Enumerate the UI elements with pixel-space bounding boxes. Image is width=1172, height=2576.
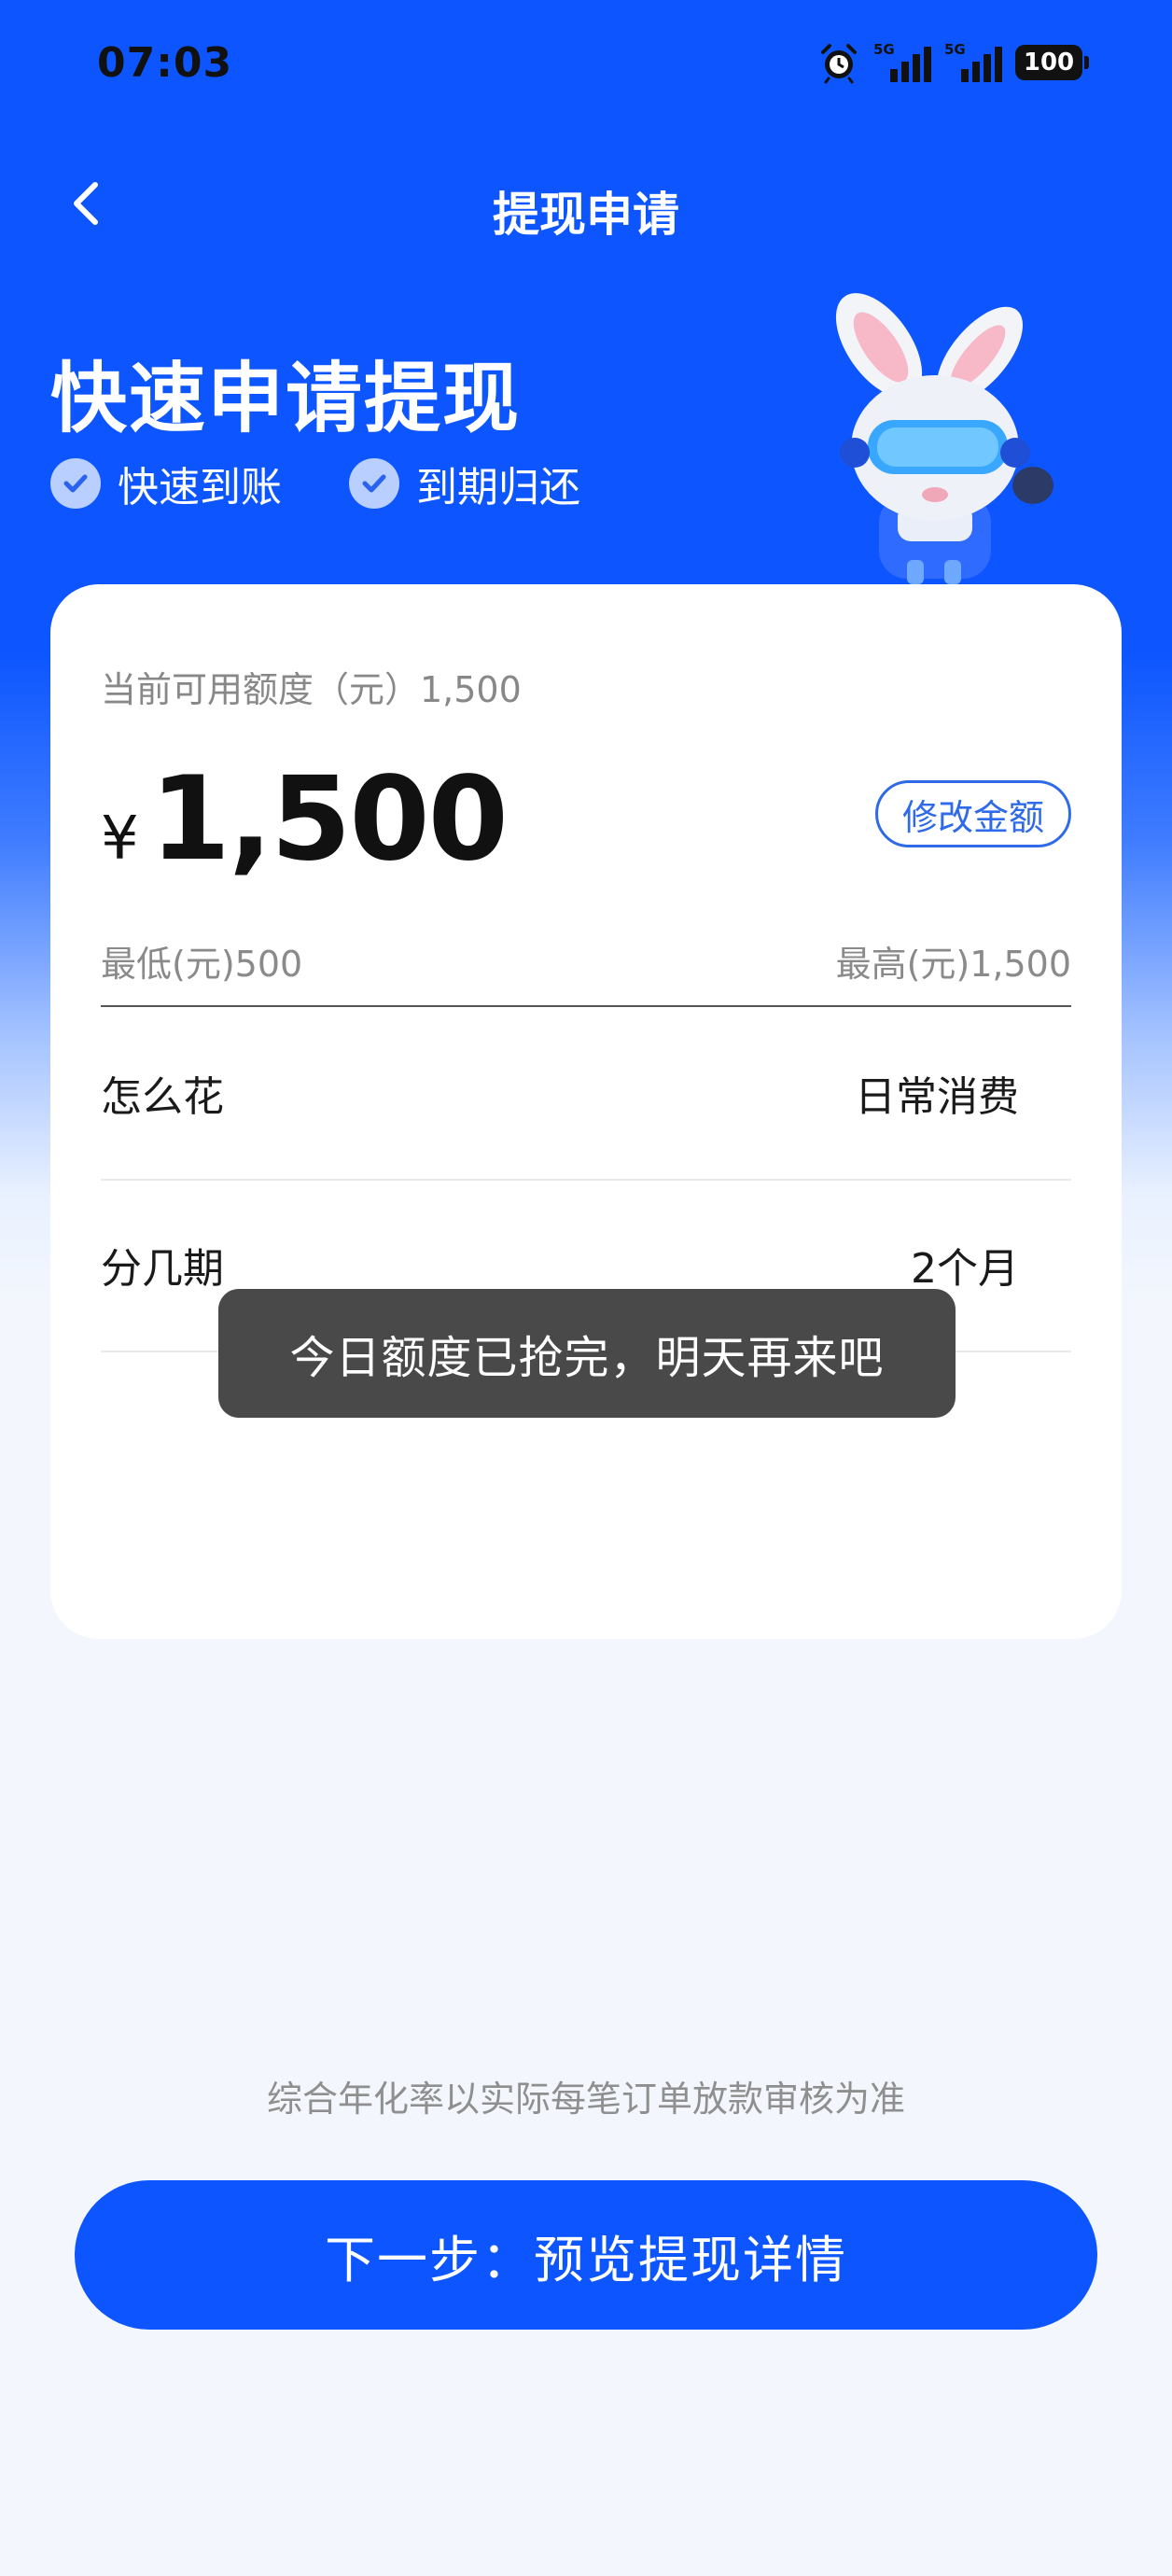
purpose-label: 怎么花: [101, 1073, 224, 1121]
available-credit-label: 当前可用额度（元）1,500: [101, 669, 522, 710]
status-time: 07:03: [97, 39, 233, 87]
feature-label: 到期归还: [416, 464, 580, 511]
feature-fast-arrival: 快速到账: [50, 454, 282, 513]
battery-level: 100: [1023, 49, 1075, 77]
page-title: 提现申请: [493, 188, 679, 242]
alarm-icon: [821, 44, 857, 84]
term-value: 2个月: [911, 1245, 1019, 1293]
next-step-button[interactable]: 下一步：预览提现详情: [75, 2180, 1097, 2330]
purpose-value: 日常消费: [855, 1073, 1019, 1121]
feature-label: 快速到账: [118, 464, 282, 511]
rabbit-mascot-illustration: [835, 293, 1053, 584]
withdraw-amount: 1,500: [149, 752, 509, 887]
purpose-row[interactable]: 怎么花 日常消费: [101, 1007, 1071, 1181]
status-icons: 5G 5G 100: [817, 41, 1089, 84]
signal-icon: 5G: [873, 41, 931, 84]
battery-icon: 100: [1015, 45, 1089, 80]
amount-range: 最低(元)500 最高(元)1,500: [101, 935, 1071, 987]
apr-disclaimer: 综合年化率以实际每笔订单放款审核为准: [266, 2079, 905, 2120]
status-bar: 07:03 5G 5G 100: [0, 0, 1172, 131]
withdraw-form-card: 当前可用额度（元）1,500 ¥ 1,500 修改金额 最低(元)500 最高(…: [50, 584, 1122, 1639]
min-amount-label: 最低(元)500: [101, 944, 303, 985]
currency-symbol: ¥: [101, 805, 139, 874]
amount-display: ¥ 1,500: [101, 752, 509, 887]
nav-bar: 提现申请: [0, 168, 1172, 243]
check-circle-icon: [50, 458, 101, 509]
check-circle-icon: [349, 458, 399, 509]
modify-amount-button[interactable]: 修改金额: [875, 780, 1071, 847]
term-label: 分几期: [101, 1245, 224, 1293]
signal-icon: 5G: [944, 41, 1002, 84]
feature-repay-on-due: 到期归还: [349, 454, 580, 513]
hero-title: 快速申请提现: [50, 355, 522, 443]
toast-message: 今日额度已抢完，明天再来吧: [218, 1289, 956, 1418]
max-amount-label: 最高(元)1,500: [835, 944, 1071, 985]
